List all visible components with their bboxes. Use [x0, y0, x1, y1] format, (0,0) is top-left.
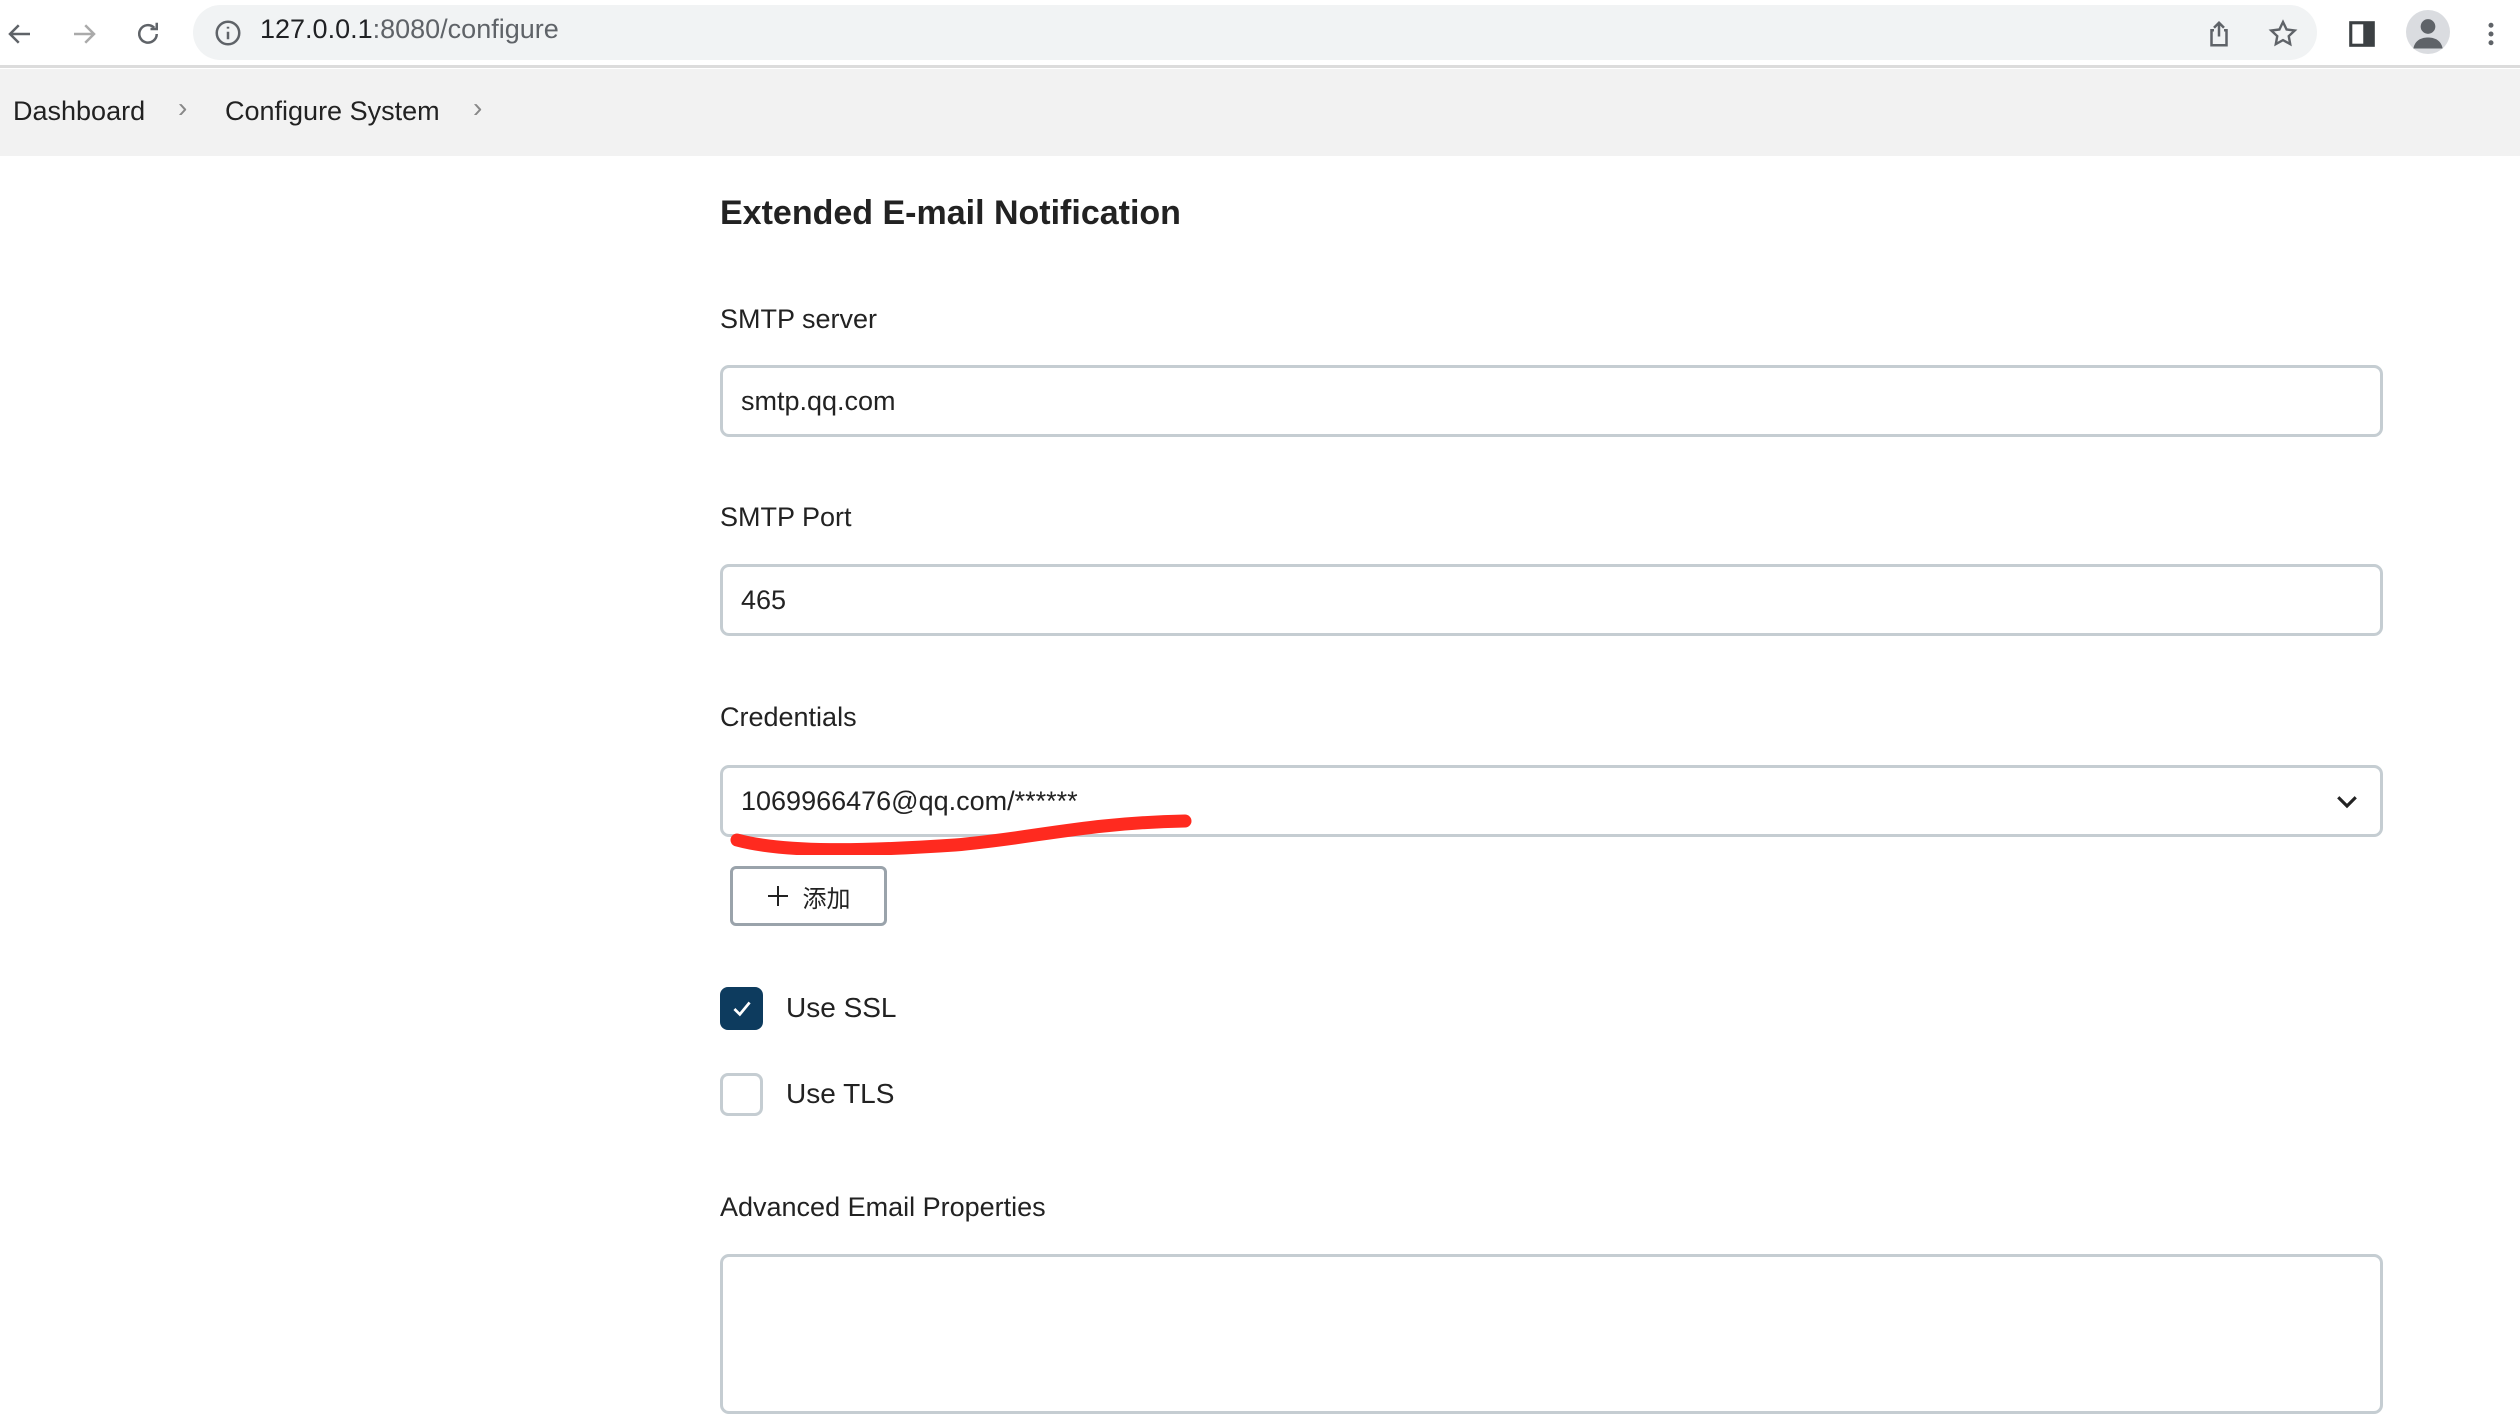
share-icon[interactable]: [2199, 14, 2239, 54]
browser-toolbar: 127.0.0.1:8080/configure: [0, 0, 2520, 68]
plus-icon: [767, 886, 788, 906]
credentials-label: Credentials: [720, 702, 857, 732]
url-host: 127.0.0.1: [260, 14, 373, 44]
smtp-port-input[interactable]: 465: [720, 564, 2383, 636]
menu-icon[interactable]: [2471, 14, 2511, 54]
use-ssl-checkbox[interactable]: [720, 987, 763, 1030]
url-path: :8080/configure: [372, 14, 559, 44]
chevron-down-icon: [2337, 796, 2357, 809]
star-icon[interactable]: [2263, 14, 2303, 54]
side-panel-icon[interactable]: [2342, 14, 2382, 54]
checkmark-icon: [732, 1001, 751, 1016]
advanced-email-properties-textarea[interactable]: [720, 1254, 2383, 1414]
back-icon[interactable]: [0, 14, 40, 54]
red-annotation-underline: [730, 814, 1192, 855]
chevron-right-icon: ›: [178, 92, 188, 123]
use-tls-checkbox[interactable]: [720, 1073, 763, 1116]
breadcrumb-dashboard[interactable]: Dashboard: [13, 96, 145, 127]
smtp-port-label: SMTP Port: [720, 502, 852, 532]
use-ssl-label[interactable]: Use SSL: [786, 992, 897, 1024]
chevron-right-icon[interactable]: ›: [473, 92, 482, 124]
profile-icon[interactable]: [2406, 10, 2450, 54]
forward-icon[interactable]: [64, 14, 104, 54]
info-icon[interactable]: [213, 18, 243, 53]
add-credentials-button[interactable]: 添加: [730, 866, 887, 926]
breadcrumb-configure-system[interactable]: Configure System: [225, 96, 440, 127]
section-title: Extended E-mail Notification: [720, 194, 1181, 232]
smtp-server-label: SMTP server: [720, 304, 878, 334]
add-button-label: 添加: [802, 885, 851, 913]
advanced-email-properties-label: Advanced Email Properties: [720, 1192, 1046, 1222]
smtp-server-value: smtp.qq.com: [741, 385, 896, 416]
smtp-port-value: 465: [741, 584, 787, 615]
use-tls-label[interactable]: Use TLS: [786, 1078, 894, 1110]
url-text[interactable]: 127.0.0.1:8080/configure: [260, 14, 559, 45]
smtp-server-input[interactable]: smtp.qq.com: [720, 365, 2383, 437]
reload-icon[interactable]: [128, 14, 168, 54]
